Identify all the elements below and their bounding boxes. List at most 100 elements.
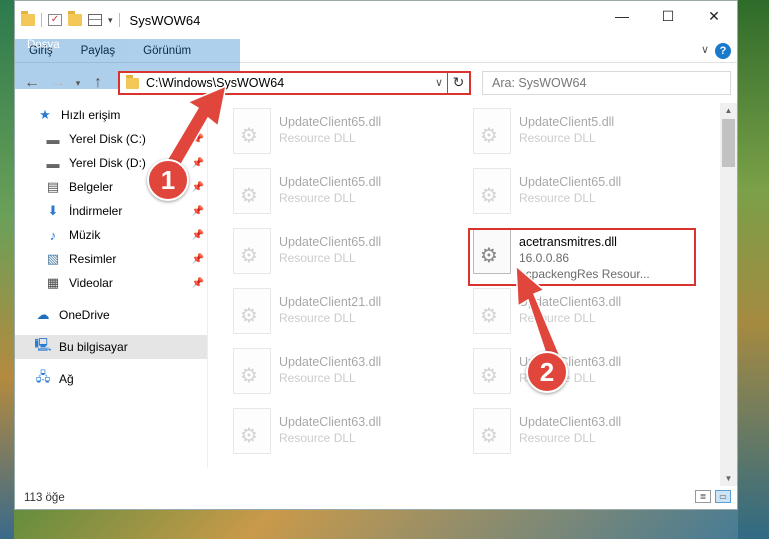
window-title: SysWOW64 (129, 12, 201, 28)
scroll-down-icon[interactable]: ▼ (720, 474, 737, 483)
maximize-button[interactable]: ☐ (645, 1, 691, 31)
sidebar-item-music[interactable]: ♪ Müzik 📌 (15, 223, 207, 247)
file-name: UpdateClient63.dll (279, 355, 382, 369)
sidebar-item-downloads[interactable]: ⬇ İndirmeler 📌 (15, 199, 207, 223)
customize-dropdown-icon[interactable]: ▾ (108, 15, 113, 26)
sidebar-item-label: Videolar (69, 276, 113, 290)
desktop-background-left (0, 0, 14, 539)
minimize-button[interactable]: — (599, 1, 645, 31)
refresh-icon[interactable]: ↻ (447, 71, 469, 95)
dll-file-icon (473, 288, 511, 334)
file-item[interactable]: UpdateClient63.dllResource DLL (233, 408, 458, 458)
file-item[interactable]: UpdateClient21.dll Resource DLL (233, 288, 458, 338)
sidebar-item-pictures[interactable]: ▧ Resimler 📌 (15, 247, 207, 271)
file-type: Resource DLL (279, 131, 356, 145)
file-item[interactable]: UpdateClient5.dll Resource DLL (473, 108, 698, 158)
file-type: Resource DLL (519, 431, 596, 445)
file-item[interactable]: UpdateClient63.dllResource DLL (473, 348, 698, 398)
scroll-up-icon[interactable]: ▲ (720, 106, 737, 115)
view-switcher: ≣ ▭ (695, 490, 731, 503)
search-input[interactable]: Ara: SysWOW64 (482, 71, 731, 95)
pin-icon: 📌 (191, 133, 204, 145)
documents-icon: ▤ (46, 179, 60, 194)
pin-icon: 📌 (191, 181, 204, 193)
file-type: Resource DLL (279, 251, 356, 265)
file-item[interactable]: UpdateClient63.dllResource DLL (473, 288, 698, 338)
dll-file-icon (473, 108, 511, 154)
recent-locations-icon[interactable]: ▾ (71, 78, 85, 89)
callout-badge-2: 2 (526, 351, 568, 393)
expand-ribbon-icon[interactable]: ∨ (701, 43, 709, 56)
status-bar: 113 öğe (15, 487, 737, 509)
drive-icon: ▬ (46, 131, 60, 147)
sidebar-item-this-pc[interactable]: 🖳 Bu bilgisayar (15, 335, 207, 359)
sidebar-item-label: Hızlı erişim (61, 108, 121, 122)
file-name: UpdateClient65.dll (279, 235, 382, 249)
folder-icon (21, 11, 35, 26)
file-item[interactable]: UpdateClient65.dll Resource DLL (233, 228, 458, 278)
music-icon: ♪ (49, 227, 57, 243)
properties-check-icon[interactable]: ✓ (48, 14, 62, 26)
file-item[interactable]: UpdateClient65.dll Resource DLL (233, 108, 458, 158)
separator (118, 13, 120, 27)
drive-icon: ▬ (46, 155, 60, 171)
file-name: UpdateClient65.dll (279, 175, 382, 189)
window-controls: — ☐ ✕ (599, 1, 737, 31)
dll-file-icon (473, 408, 511, 454)
sidebar-item-onedrive[interactable]: ☁ OneDrive (15, 303, 207, 327)
new-folder-icon[interactable] (68, 11, 82, 26)
sidebar-item-label: Müzik (69, 228, 101, 242)
address-dropdown-icon[interactable]: ∨ (435, 76, 443, 89)
address-bar[interactable]: C:\Windows\SysWOW64 ∨ ↻ (118, 71, 471, 95)
navigation-pane: ★ Hızlı erişim ▬ Yerel Disk (C:) 📌 ▬ Yer… (15, 103, 207, 485)
dll-file-icon (233, 108, 271, 154)
downloads-icon: ⬇ (47, 203, 59, 218)
up-button[interactable]: ↑ (85, 74, 111, 92)
dll-file-icon (233, 408, 271, 454)
sidebar-item-quick-access[interactable]: ★ Hızlı erişim (15, 103, 207, 127)
pictures-icon: ▧ (46, 251, 60, 266)
file-name: UpdateClient65.dll (519, 175, 622, 189)
sidebar-item-label: Ağ (59, 372, 74, 386)
large-icons-view-icon[interactable]: ▭ (715, 490, 731, 503)
close-button[interactable]: ✕ (691, 1, 737, 31)
sidebar-item-label: Yerel Disk (C:) (69, 132, 146, 146)
pin-icon: 📌 (191, 277, 204, 289)
pane-divider (207, 103, 208, 468)
sidebar-item-label: Resimler (69, 252, 117, 266)
file-name: UpdateClient5.dll (519, 115, 615, 129)
file-item[interactable]: UpdateClient65.dll Resource DLL (473, 168, 698, 218)
back-button[interactable]: ← (19, 74, 45, 92)
vertical-scrollbar[interactable]: ▲ ▼ (720, 103, 737, 486)
highlight-box (468, 228, 696, 286)
dll-file-icon (473, 168, 511, 214)
file-type: Resource DLL (279, 311, 356, 325)
dll-file-icon (473, 348, 511, 394)
sidebar-item-network[interactable]: 🖧 Ağ (15, 367, 207, 391)
pin-icon: 📌 (191, 229, 204, 241)
separator (41, 13, 42, 27)
file-type: Resource DLL (519, 191, 596, 205)
file-type: Resource DLL (519, 311, 596, 325)
file-item[interactable]: UpdateClient63.dll Resource DLL (473, 408, 698, 458)
folder-icon (126, 74, 139, 89)
file-item[interactable]: UpdateClient63.dllResource DLL (233, 348, 458, 398)
file-name: UpdateClient65.dll (279, 115, 382, 129)
title-bar: ✓ ▾ SysWOW64 — ☐ ✕ (15, 1, 737, 39)
customize-toolbar-icon[interactable] (88, 14, 102, 26)
sidebar-item-videos[interactable]: ▦ Videolar 📌 (15, 271, 207, 295)
file-type: Resource DLL (279, 431, 356, 445)
item-count: 113 öğe (24, 492, 65, 504)
dll-file-icon (233, 228, 271, 274)
file-name: UpdateClient63.dll (519, 415, 622, 429)
scrollbar-thumb[interactable] (722, 119, 735, 167)
forward-button[interactable]: → (45, 74, 71, 92)
navigation-bar: ← → ▾ ↑ C:\Windows\SysWOW64 ∨ ↻ Ara: Sys… (15, 63, 737, 103)
dll-file-icon (233, 168, 271, 214)
sidebar-item-local-disk-c[interactable]: ▬ Yerel Disk (C:) 📌 (15, 127, 207, 151)
help-icon[interactable]: ? (715, 43, 731, 59)
dll-file-icon (233, 348, 271, 394)
dll-file-icon (233, 288, 271, 334)
details-view-icon[interactable]: ≣ (695, 490, 711, 503)
file-item[interactable]: UpdateClient65.dll Resource DLL (233, 168, 458, 218)
